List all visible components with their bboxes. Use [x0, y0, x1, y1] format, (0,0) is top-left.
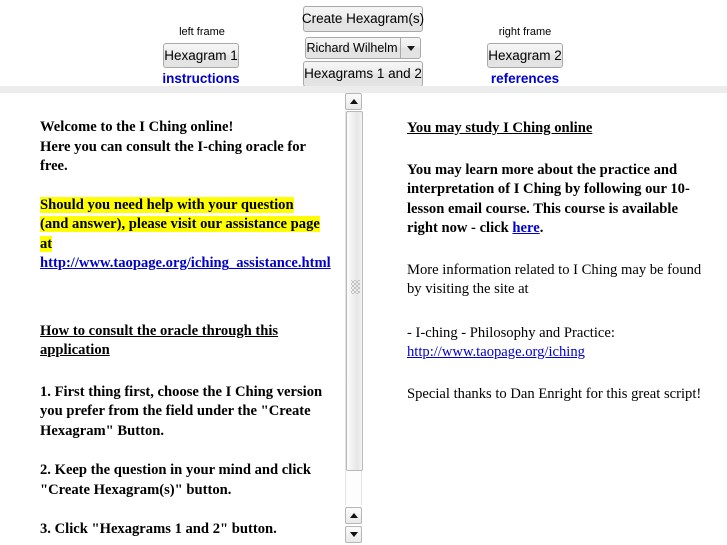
assistance-page-link[interactable]: http://www.taopage.org/iching_assistance… [40, 254, 331, 274]
create-hexagrams-button[interactable]: Create Hexagram(s) [302, 6, 424, 32]
assistance-highlight-text: Should you need help with your question … [40, 196, 320, 252]
taopage-iching-link[interactable]: http://www.taopage.org/iching [407, 343, 712, 363]
more-info-paragraph: More information related to I Ching may … [407, 261, 702, 298]
scrollbar-down-button[interactable] [345, 526, 362, 543]
right-content-frame: You may study I Ching online You may lea… [370, 93, 727, 545]
thanks-paragraph: Special thanks to Dan Enright for this g… [407, 385, 702, 402]
chevron-down-icon [400, 38, 420, 58]
howto-step-2: 2. Keep the question in your mind and cl… [40, 462, 311, 498]
scrollbar-up-button-bottom[interactable] [345, 507, 362, 524]
references-link[interactable]: references [484, 71, 566, 86]
left-frame-scrollbar[interactable] [345, 93, 363, 545]
instructions-link[interactable]: instructions [160, 71, 242, 86]
howto-heading: How to consult the oracle through this a… [40, 322, 279, 359]
howto-step-1: 1. First thing first, choose the I Ching… [40, 383, 323, 439]
course-here-link[interactable]: here [512, 220, 539, 236]
triangle-down-icon [349, 532, 358, 537]
left-content-frame: Welcome to the I Ching online! Here you … [0, 93, 341, 545]
site-label: - I-ching - Philosophy and Practice: [407, 324, 615, 341]
scrollbar-track[interactable] [345, 111, 363, 505]
assistance-paragraph: Should you need help with your question … [40, 196, 325, 255]
scrollbar-button-group-bottom [345, 507, 362, 543]
scrollbar-up-button-top[interactable] [345, 93, 362, 110]
howto-step-3: 3. Click "Hexagrams 1 and 2" button. [40, 521, 277, 537]
right-heading: You may study I Ching online [407, 120, 593, 136]
course-paragraph: You may learn more about the practice an… [407, 161, 712, 239]
hexagram-2-button[interactable]: Hexagram 2 [487, 43, 563, 68]
toolbar-divider [0, 86, 727, 93]
content-area: Welcome to the I Ching online! Here you … [0, 93, 727, 545]
scrollbar-thumb[interactable] [346, 111, 363, 471]
iching-version-select[interactable]: Richard Wilhelm [305, 37, 421, 59]
welcome-line-1: Welcome to the I Ching online! [40, 119, 234, 135]
toolbar: left frame Hexagram 1 instructions Creat… [0, 0, 727, 86]
welcome-line-2: Here you can consult the I-ching oracle … [40, 138, 306, 175]
course-text-after-link: . [539, 220, 544, 236]
hexagrams-1-and-2-button[interactable]: Hexagrams 1 and 2 [303, 61, 423, 86]
course-text-before-link: You may learn more about the practice an… [407, 161, 690, 237]
right-frame-label: right frame [498, 26, 552, 38]
iching-version-select-value: Richard Wilhelm [306, 41, 398, 55]
triangle-up-icon [349, 513, 358, 518]
scrollbar-grip-icon [351, 280, 360, 294]
triangle-up-icon [349, 99, 358, 104]
left-frame-label: left frame [179, 26, 225, 38]
hexagram-1-button[interactable]: Hexagram 1 [163, 43, 239, 68]
